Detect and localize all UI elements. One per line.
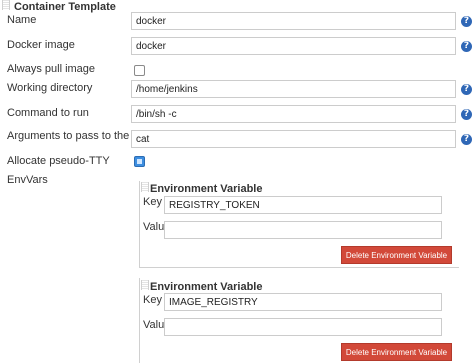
arguments-input[interactable] — [131, 130, 456, 148]
drag-handle[interactable] — [141, 280, 149, 290]
env-var-title: Environment Variable — [150, 281, 263, 293]
allocate-tty-label: Allocate pseudo-TTY — [7, 155, 110, 167]
env-key-input[interactable] — [164, 293, 442, 311]
always-pull-label: Always pull image — [7, 63, 96, 75]
env-key-label: Key — [143, 196, 162, 208]
allocate-tty-checkbox[interactable] — [134, 156, 145, 167]
env-value-input[interactable] — [164, 318, 442, 336]
env-key-input[interactable] — [164, 196, 442, 214]
always-pull-checkbox[interactable] — [134, 65, 145, 76]
envvars-label: EnvVars — [7, 174, 48, 186]
help-icon[interactable]: ? — [461, 41, 472, 52]
delete-env-var-button[interactable]: Delete Environment Variable — [341, 246, 452, 264]
container-template-title: Container Template — [14, 1, 116, 13]
name-input[interactable] — [131, 12, 456, 30]
env-var-divider — [139, 267, 459, 268]
drag-handle[interactable] — [141, 182, 149, 192]
drag-handle[interactable] — [2, 0, 10, 10]
help-icon[interactable]: ? — [461, 84, 472, 95]
docker-image-input[interactable] — [131, 37, 456, 55]
env-value-input[interactable] — [164, 221, 442, 239]
name-label: Name — [7, 14, 37, 26]
env-var-border — [139, 278, 140, 363]
docker-image-label: Docker image — [7, 39, 75, 51]
working-directory-label: Working directory — [7, 82, 93, 94]
help-icon[interactable]: ? — [461, 109, 472, 120]
command-label: Command to run — [7, 107, 89, 119]
help-icon[interactable]: ? — [461, 134, 472, 145]
help-icon[interactable]: ? — [461, 16, 472, 27]
delete-env-var-button[interactable]: Delete Environment Variable — [341, 343, 452, 361]
env-key-label: Key — [143, 294, 162, 306]
env-var-title: Environment Variable — [150, 183, 263, 195]
env-var-border — [139, 181, 140, 267]
command-input[interactable] — [131, 105, 456, 123]
working-directory-input[interactable] — [131, 80, 456, 98]
